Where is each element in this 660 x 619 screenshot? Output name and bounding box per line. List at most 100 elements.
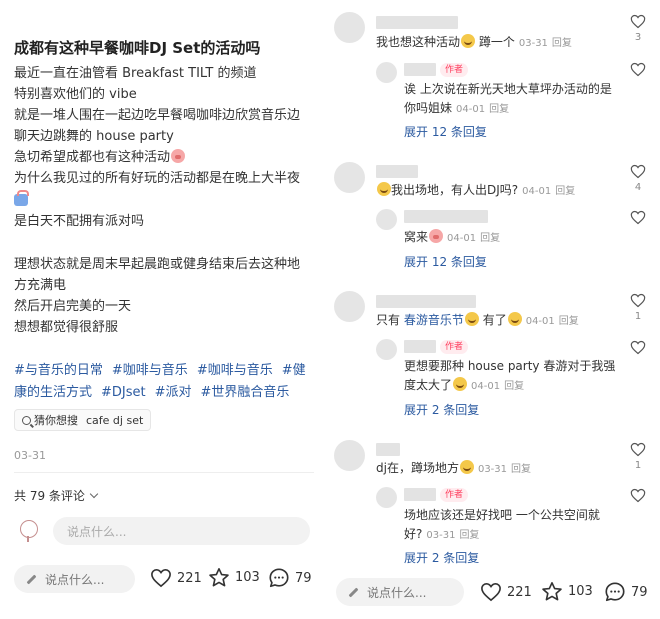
bottom-input-placeholder: 说点什么... <box>45 572 105 587</box>
reply-date: 03-31 <box>426 530 456 541</box>
expand-replies-link[interactable]: 展开 2 条回复 <box>404 401 479 418</box>
like-button[interactable]: 221 <box>150 568 202 588</box>
username-redacted[interactable] <box>376 295 476 308</box>
comment-like-button[interactable]: 3 <box>628 14 648 43</box>
author-badge: 作者 <box>440 488 469 502</box>
hashtag-link[interactable]: #咖啡与音乐 <box>197 363 273 378</box>
like-count: 221 <box>177 570 202 586</box>
comment-like-button[interactable]: 1 <box>628 442 648 471</box>
reply-link[interactable]: 回复 <box>489 104 509 115</box>
avatar[interactable] <box>376 209 397 230</box>
comment-input[interactable]: 说点什么... <box>53 517 310 545</box>
avatar[interactable] <box>334 291 365 322</box>
pencil-icon <box>348 587 359 597</box>
expand-replies-link[interactable]: 展开 12 条回复 <box>404 253 487 270</box>
reply-text: 你吗姐妹 04-01 回复 <box>404 101 510 115</box>
emoji-icon <box>453 377 468 391</box>
avatar[interactable] <box>376 62 397 83</box>
hashtag-link[interactable]: #世界融合音乐 <box>201 385 290 400</box>
topic-link[interactable]: 春游音乐节 <box>404 313 464 327</box>
post-body-line: 是白天不配拥有派对吗 <box>14 214 145 229</box>
collect-button[interactable]: 103 <box>208 567 260 588</box>
collect-button[interactable]: 103 <box>541 581 593 602</box>
post-body-line: 最近一直在油管看 Breakfast TILT 的频道 <box>14 66 257 81</box>
expand-replies-link[interactable]: 展开 12 条回复 <box>404 123 487 140</box>
post-body-line-with-emoji: 急切希望成都也有这种活动 <box>14 149 186 167</box>
comment-like-count: 1 <box>634 460 642 471</box>
reply-link[interactable]: 回复 <box>504 381 524 392</box>
hashtag-link[interactable]: #与音乐的日常 <box>14 363 103 378</box>
hashtag-link[interactable]: #DJset <box>101 385 146 400</box>
comment-like-button[interactable]: 4 <box>628 164 648 193</box>
reply-link[interactable]: 回复 <box>559 316 579 327</box>
avatar[interactable] <box>376 339 397 360</box>
reply-date: 04-01 <box>447 233 477 244</box>
like-count: 221 <box>507 584 532 600</box>
username-redacted[interactable] <box>376 165 418 178</box>
comment-sort-toggle[interactable]: 共 79 条评论 <box>14 487 99 504</box>
post-body-line: 特别喜欢他们的 vibe <box>14 87 137 102</box>
hashtag-link[interactable]: #咖啡与音乐 <box>112 363 188 378</box>
reply-text: 度太大了 04-01 回复 <box>404 377 525 392</box>
post-body-line: 然后开启完美的一天 <box>14 299 132 314</box>
post-body-line: 就是一堆人围在一起边吃早餐喝咖啡边欣赏音乐边 <box>14 108 301 123</box>
reply-like-button[interactable] <box>628 488 648 506</box>
comment-like-count: 3 <box>634 32 642 43</box>
reply-link[interactable]: 回复 <box>555 186 575 197</box>
hashtag-link[interactable]: #派对 <box>155 385 192 400</box>
reply-link[interactable]: 回复 <box>459 530 479 541</box>
heart-icon <box>630 293 646 308</box>
comment-text: 我也想这种活动 蹲一个 03-31 回复 <box>376 34 572 49</box>
avatar[interactable] <box>334 12 365 43</box>
reply-like-button[interactable] <box>628 62 648 80</box>
guess-search-chip[interactable]: 猜你想搜 cafe dj set <box>14 409 152 431</box>
bottom-input-placeholder: 说点什么... <box>367 585 427 600</box>
pig-emoji-icon <box>429 229 444 243</box>
reply-link[interactable]: 回复 <box>552 38 572 49</box>
post-body-line: 聊天边跳舞的 house party <box>14 129 174 144</box>
search-icon <box>22 415 31 425</box>
comment-text: 只有 春游音乐节 有了 04-01 回复 <box>376 312 579 327</box>
like-button[interactable]: 221 <box>480 582 532 602</box>
reply-link[interactable]: 回复 <box>480 233 500 244</box>
username-redacted[interactable] <box>404 210 488 223</box>
reply-text: 诶 上次说在新光天地大草坪办活动的是 <box>404 82 612 96</box>
username-redacted[interactable] <box>404 488 436 501</box>
comment-button[interactable]: 79 <box>268 567 312 589</box>
guess-label: 猜你想搜 <box>34 414 78 427</box>
reply-text: 好? 03-31 回复 <box>404 527 480 541</box>
hashtag-link[interactable]: 康的生活方式 <box>14 385 92 400</box>
post-body-line-emoji <box>14 190 29 211</box>
bottom-comment-input[interactable]: 说点什么... <box>336 578 464 606</box>
bottom-comment-input[interactable]: 说点什么... <box>14 565 135 593</box>
avatar[interactable] <box>334 162 365 193</box>
reply-like-button[interactable] <box>628 340 648 358</box>
comment-button[interactable]: 79 <box>604 581 648 603</box>
avatar[interactable] <box>334 440 365 471</box>
comment-like-button[interactable]: 1 <box>628 293 648 322</box>
heart-icon <box>630 340 646 355</box>
comment-date: 04-01 <box>522 186 552 197</box>
hashtag-link[interactable]: #健 <box>282 363 306 378</box>
collect-count: 103 <box>235 570 260 585</box>
collect-count: 103 <box>568 584 593 599</box>
reply-like-button[interactable] <box>628 210 648 228</box>
post-date: 03-31 <box>14 449 46 462</box>
avatar[interactable] <box>376 487 397 508</box>
comment-date: 03-31 <box>477 464 508 475</box>
emoji-icon <box>507 312 522 326</box>
comment-count: 79 <box>295 570 312 586</box>
expand-replies-link[interactable]: 展开 2 条回复 <box>404 549 479 566</box>
username-redacted[interactable] <box>376 443 400 456</box>
hashtag-row: #与音乐的日常 #咖啡与音乐 #咖啡与音乐 #健 <box>14 361 306 381</box>
post-body-line: 方充满电 <box>14 278 67 293</box>
gift-emoji-icon <box>14 190 29 206</box>
username-redacted[interactable] <box>376 16 458 29</box>
comment-text: 我出场地，有人出DJ吗? 04-01 回复 <box>376 181 575 201</box>
reply-link[interactable]: 回复 <box>511 464 531 475</box>
username-redacted[interactable] <box>404 63 436 76</box>
username-redacted[interactable] <box>404 340 436 353</box>
comment-bubble-icon <box>605 582 625 602</box>
post-body-line: 理想状态就是周末早起晨跑或健身结束后去这种地 <box>14 257 301 272</box>
emoji-icon <box>464 312 479 326</box>
